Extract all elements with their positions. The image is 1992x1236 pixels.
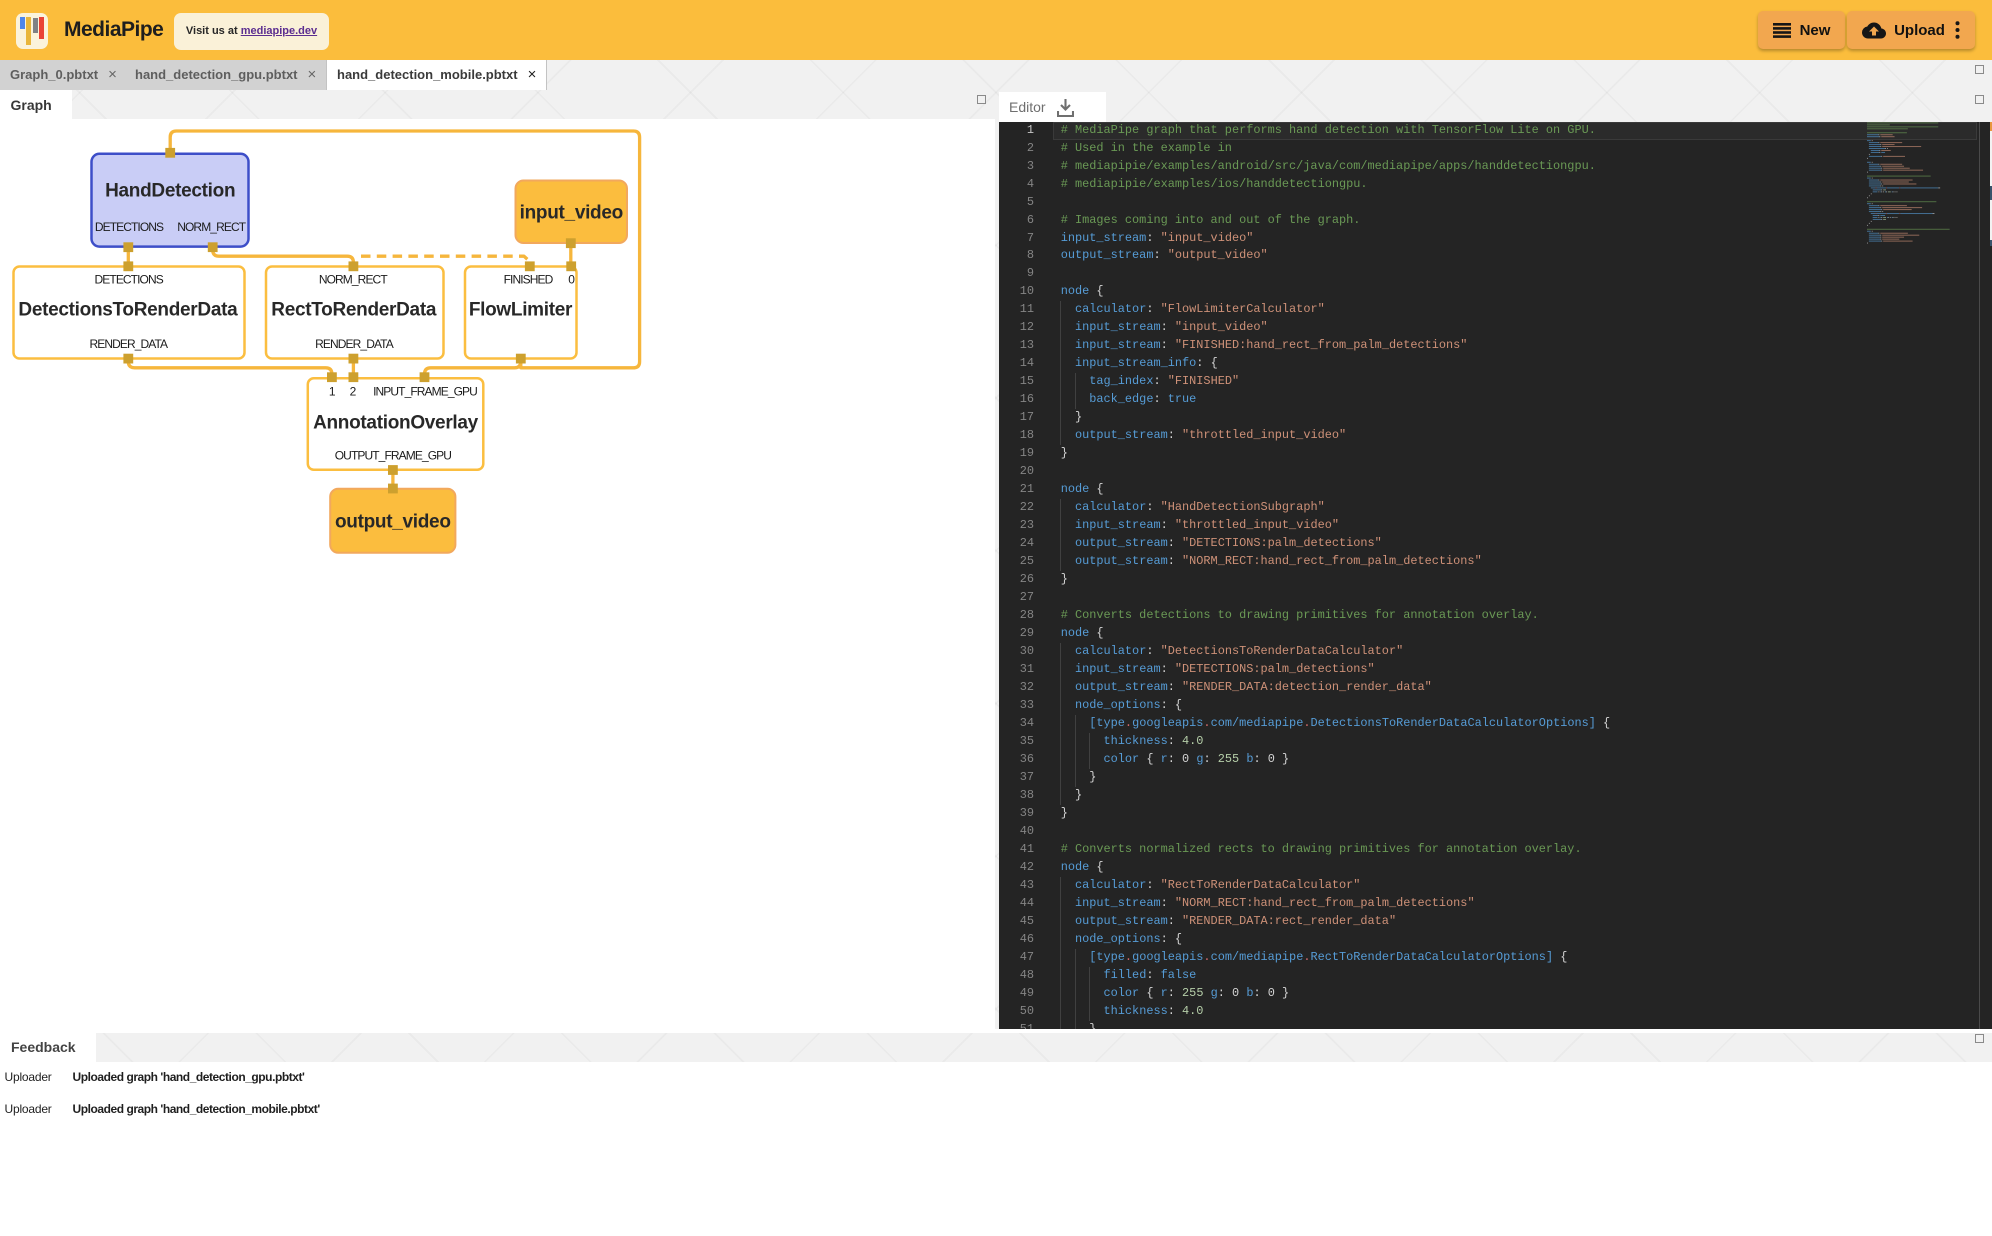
svg-text:FINISHED: FINISHED	[504, 272, 554, 286]
svg-text:output_video: output_video	[335, 512, 451, 533]
svg-text:RENDER_DATA: RENDER_DATA	[89, 337, 168, 351]
svg-text:RENDER_DATA: RENDER_DATA	[315, 337, 394, 351]
svg-text:INPUT_FRAME_GPU: INPUT_FRAME_GPU	[373, 384, 477, 398]
svg-text:FlowLimiter: FlowLimiter	[469, 300, 573, 321]
svg-text:NORM_RECT: NORM_RECT	[177, 220, 246, 234]
svg-text:NORM_RECT: NORM_RECT	[319, 272, 388, 286]
svg-text:DETECTIONS: DETECTIONS	[95, 220, 164, 234]
svg-text:HandDetection: HandDetection	[105, 181, 235, 202]
svg-text:input_video: input_video	[520, 203, 623, 224]
svg-text:AnnotationOverlay: AnnotationOverlay	[313, 412, 479, 433]
svg-text:DETECTIONS: DETECTIONS	[95, 272, 164, 286]
svg-text:RectToRenderData: RectToRenderData	[271, 300, 437, 321]
svg-text:DetectionsToRenderData: DetectionsToRenderData	[18, 300, 238, 321]
svg-text:OUTPUT_FRAME_GPU: OUTPUT_FRAME_GPU	[335, 448, 452, 462]
